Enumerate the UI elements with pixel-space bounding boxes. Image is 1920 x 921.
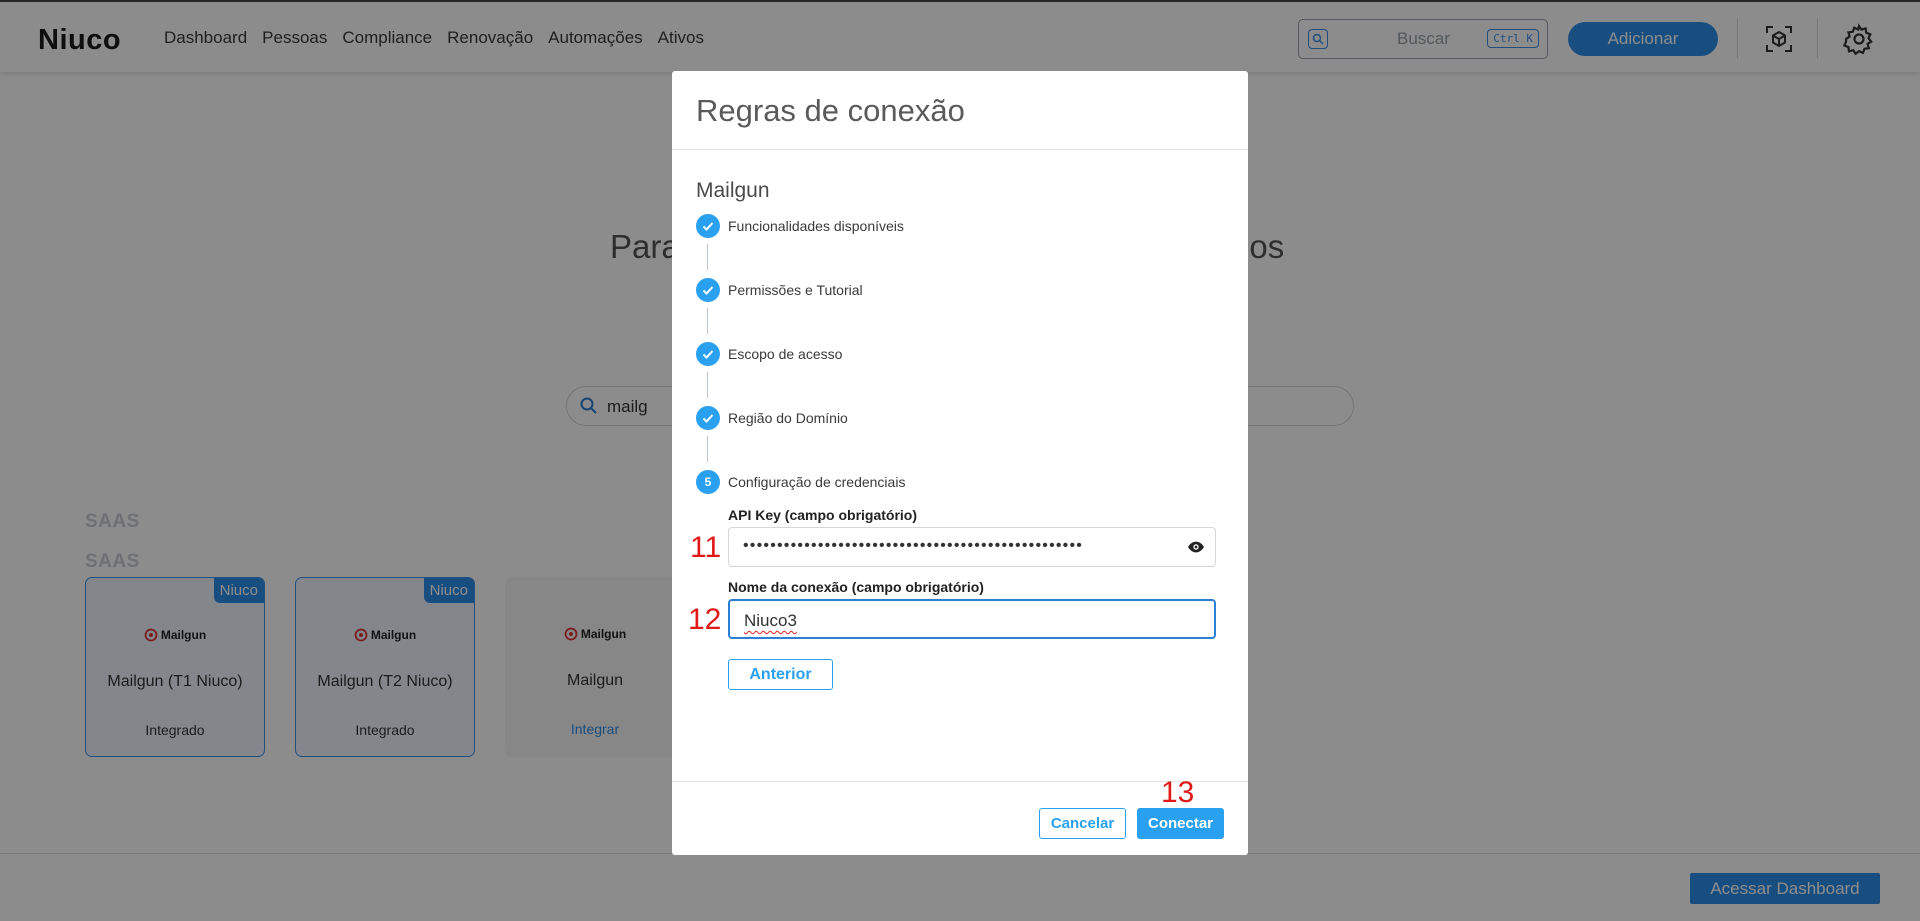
check-icon — [696, 342, 720, 366]
cancel-button[interactable]: Cancelar — [1039, 808, 1126, 839]
api-key-input[interactable]: ••••••••••••••••••••••••••••••••••••••••… — [728, 527, 1216, 567]
connection-rules-modal: Regras de conexão Mailgun Funcionalidade… — [672, 71, 1248, 855]
connect-button[interactable]: Conectar — [1137, 808, 1224, 839]
step-label: Permissões e Tutorial — [728, 282, 863, 298]
api-key-label: API Key (campo obrigatório) — [728, 507, 918, 523]
step-label: Funcionalidades disponíveis — [728, 218, 904, 234]
step-connector — [707, 372, 708, 398]
annotation-number: 12 — [688, 603, 722, 636]
step-connector — [707, 436, 708, 462]
previous-button[interactable]: Anterior — [728, 659, 833, 690]
step-number: 5 — [696, 470, 720, 494]
modal-title: Regras de conexão — [696, 93, 965, 128]
check-icon — [696, 214, 720, 238]
modal-divider — [672, 149, 1248, 150]
api-key-value: ••••••••••••••••••••••••••••••••••••••••… — [743, 537, 1084, 554]
step-label: Configuração de credenciais — [728, 474, 906, 490]
check-icon — [696, 278, 720, 302]
eye-icon[interactable] — [1187, 540, 1205, 559]
annotation-number: 13 — [1161, 776, 1195, 809]
connection-name-value: Niuco3 — [744, 611, 797, 630]
step-label: Região do Domínio — [728, 410, 848, 426]
step-connector — [707, 244, 708, 270]
step-label: Escopo de acesso — [728, 346, 843, 362]
connection-name-input[interactable]: Niuco3 — [728, 599, 1216, 639]
integration-name: Mailgun — [696, 179, 770, 202]
step-connector — [707, 308, 708, 334]
check-icon — [696, 406, 720, 430]
connection-name-label: Nome da conexão (campo obrigatório) — [728, 579, 984, 595]
annotation-number: 11 — [690, 531, 722, 564]
